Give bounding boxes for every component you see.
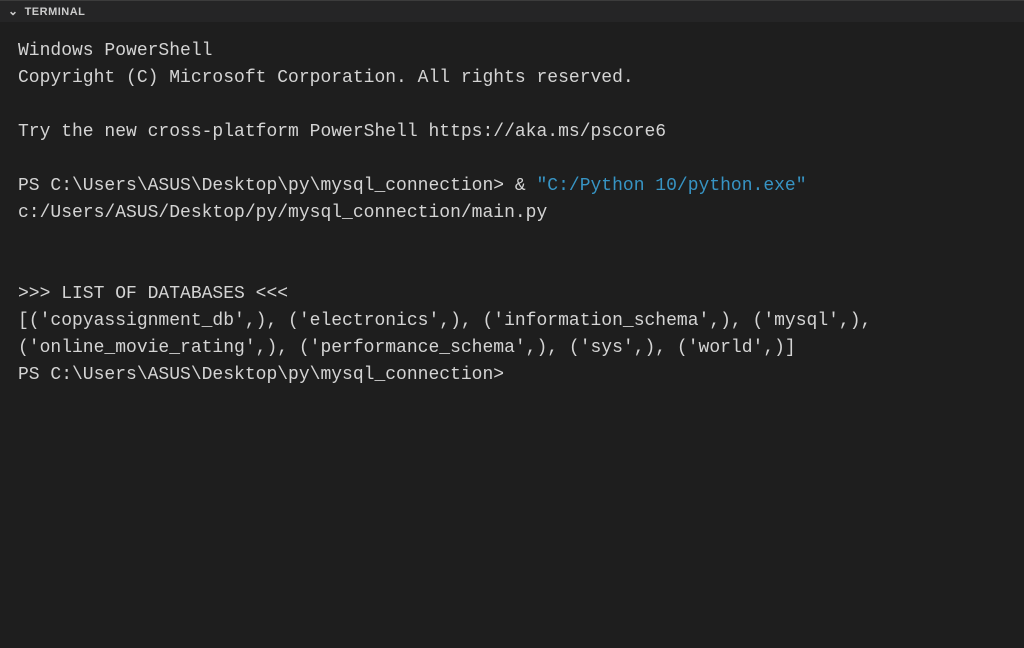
try-powershell-line: Try the new cross-platform PowerShell ht… bbox=[18, 122, 666, 142]
panel-title: TERMINAL bbox=[25, 6, 86, 18]
terminal-output-area[interactable]: Windows PowerShell Copyright (C) Microso… bbox=[0, 22, 1024, 648]
banner-line: Copyright (C) Microsoft Corporation. All… bbox=[18, 68, 634, 88]
output-header: >>> LIST OF DATABASES <<< bbox=[18, 284, 288, 304]
banner-line: Windows PowerShell bbox=[18, 41, 212, 61]
terminal-panel-header[interactable]: ⌄ TERMINAL bbox=[0, 0, 1024, 22]
python-exe-path: "C:/Python 10/python.exe" bbox=[536, 176, 806, 196]
prompt-line: PS C:\Users\ASUS\Desktop\py\mysql_connec… bbox=[18, 176, 817, 223]
output-database-list: [('copyassignment_db',), ('electronics',… bbox=[18, 311, 882, 358]
prompt-line: PS C:\Users\ASUS\Desktop\py\mysql_connec… bbox=[18, 365, 504, 385]
prompt-prefix: PS C:\Users\ASUS\Desktop\py\mysql_connec… bbox=[18, 176, 536, 196]
chevron-down-icon: ⌄ bbox=[8, 4, 19, 18]
